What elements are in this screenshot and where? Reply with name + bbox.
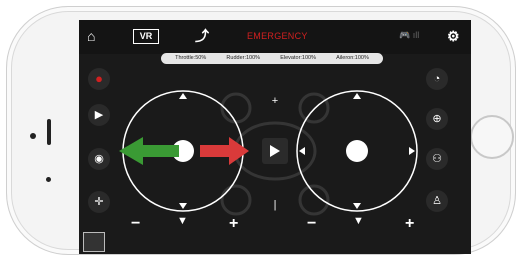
center-plus[interactable]: + bbox=[272, 95, 278, 107]
right-down-arrow[interactable]: ▼ bbox=[353, 215, 364, 227]
play-button[interactable] bbox=[262, 138, 288, 164]
phone-frame: ⌂ VR ⤴ EMERGENCY 🎮 ıll ⚙ Throttle:50% Ru… bbox=[6, 6, 516, 255]
home-button[interactable] bbox=[470, 115, 514, 159]
camera-preview-thumbnail[interactable] bbox=[83, 232, 105, 252]
left-minus-button[interactable]: − bbox=[131, 215, 140, 233]
right-joystick-knob[interactable] bbox=[346, 140, 368, 162]
green-arrow bbox=[119, 137, 179, 165]
left-down-arrow[interactable]: ▼ bbox=[177, 215, 188, 227]
front-camera bbox=[30, 133, 36, 139]
center-minus[interactable]: | bbox=[274, 199, 277, 211]
right-plus-button[interactable]: + bbox=[405, 215, 414, 233]
sensor bbox=[46, 177, 51, 182]
right-minus-button[interactable]: − bbox=[307, 215, 316, 233]
earpiece-speaker bbox=[47, 119, 51, 145]
app-screen: ⌂ VR ⤴ EMERGENCY 🎮 ıll ⚙ Throttle:50% Ru… bbox=[79, 20, 471, 254]
left-plus-button[interactable]: + bbox=[229, 215, 238, 233]
